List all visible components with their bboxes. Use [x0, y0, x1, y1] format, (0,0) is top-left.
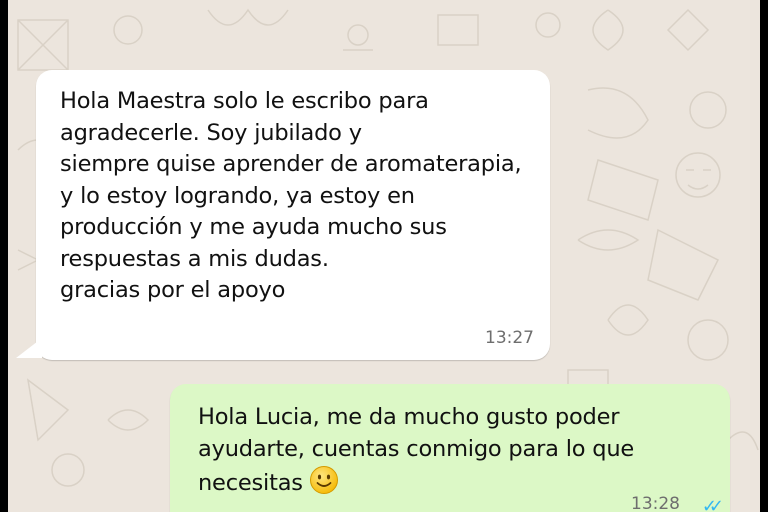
message-line: siempre quise aprender de aromaterapia,: [60, 151, 522, 177]
message-line: y lo estoy logrando, ya estoy en: [60, 182, 415, 209]
outgoing-message-text: Hola Lucia, me da mucho gusto poder ayud…: [198, 402, 710, 500]
incoming-bubble-tail: [16, 338, 42, 358]
incoming-timestamp: 13:27: [485, 328, 534, 348]
message-line: ayudarte, cuentas conmigo para lo que: [198, 435, 635, 462]
incoming-message-text: Hola Maestra solo le escribo para agrade…: [60, 86, 530, 307]
message-line: respuestas a mis dudas.: [60, 245, 329, 272]
message-line: Hola Lucia, me da mucho gusto poder: [198, 404, 620, 430]
incoming-message-bubble[interactable]: Hola Maestra solo le escribo para agrade…: [36, 70, 550, 360]
smiling-face-icon: [309, 466, 338, 494]
message-line: Hola Maestra solo le escribo para: [60, 88, 429, 114]
outgoing-timestamp: 13:28: [631, 494, 680, 512]
chat-area[interactable]: Hola Maestra solo le escribo para agrade…: [8, 0, 760, 512]
message-line-text: necesitas: [198, 470, 303, 496]
message-line: agradecerle. Soy jubilado y: [60, 119, 362, 146]
double-check-icon: ✓✓: [701, 496, 724, 512]
message-line: producción y me ayuda mucho sus: [60, 214, 447, 240]
outgoing-message-bubble[interactable]: Hola Lucia, me da mucho gusto poder ayud…: [170, 384, 730, 512]
message-line: gracias por el apoyo: [60, 277, 286, 303]
